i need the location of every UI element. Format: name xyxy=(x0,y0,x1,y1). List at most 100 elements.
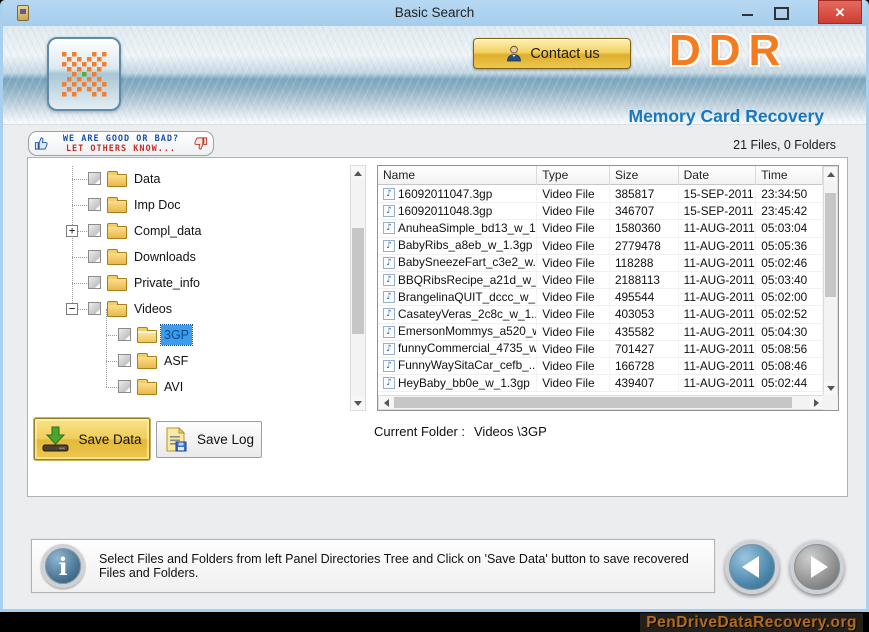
table-row[interactable]: ♪HeyBaby_bb0e_w_1.3gpVideo File43940711-… xyxy=(378,375,823,392)
file-name-text: CasateyVeras_2c8c_w_1.... xyxy=(398,306,537,322)
tree-scrollbar-thumb[interactable] xyxy=(352,228,364,334)
table-row[interactable]: ♪BabySneezeFart_c3e2_w...Video File11828… xyxy=(378,255,823,272)
tree-checkbox[interactable] xyxy=(88,198,101,211)
tree-item-private-info[interactable]: Private_info xyxy=(34,270,350,296)
tree-item-compl-data[interactable]: +Compl_data xyxy=(34,218,350,244)
table-row[interactable]: ♪16092011047.3gpVideo File38581715-SEP-2… xyxy=(378,186,823,203)
table-vertical-scrollbar[interactable] xyxy=(823,166,838,396)
file-time-cell: 05:03:04 xyxy=(756,220,823,236)
file-size-cell: 346707 xyxy=(610,203,679,219)
tree-item-asf[interactable]: ASF xyxy=(34,348,350,374)
scroll-up-icon[interactable] xyxy=(351,166,365,180)
tree-vertical-scrollbar[interactable] xyxy=(350,165,366,411)
column-header-name[interactable]: Name xyxy=(378,166,537,185)
maximize-button[interactable] xyxy=(767,0,793,24)
tree-item-avi[interactable]: AVI xyxy=(34,374,350,400)
file-time-cell: 05:02:46 xyxy=(756,255,823,271)
scroll-right-icon[interactable] xyxy=(809,396,823,409)
scroll-down-icon[interactable] xyxy=(824,381,837,395)
table-row[interactable]: ♪BrangelinaQUIT_dccc_w_...Video File4955… xyxy=(378,289,823,306)
scroll-up-icon[interactable] xyxy=(824,167,837,181)
tree-checkbox[interactable] xyxy=(118,328,131,341)
file-date-cell: 11-AUG-2011 xyxy=(679,272,757,288)
thumbs-up-icon xyxy=(34,136,49,151)
close-button[interactable]: ✕ xyxy=(818,0,862,24)
tree-checkbox[interactable] xyxy=(88,224,101,237)
video-file-icon: ♪ xyxy=(383,257,395,269)
feedback-text: WE ARE GOOD OR BAD? LET OTHERS KNOW... xyxy=(52,134,190,154)
column-header-size[interactable]: Size xyxy=(610,166,679,185)
table-hscrollbar-thumb[interactable] xyxy=(394,397,792,408)
tree-item-videos[interactable]: −Videos xyxy=(34,296,350,322)
file-name-text: BrangelinaQUIT_dccc_w_... xyxy=(398,289,537,305)
save-log-button[interactable]: Save Log xyxy=(156,421,262,458)
file-name-cell: ♪HeyBaby_bb0e_w_1.3gp xyxy=(378,375,537,391)
back-button[interactable] xyxy=(725,540,779,594)
tree-item-data[interactable]: Data xyxy=(34,166,350,192)
file-time-cell: 05:02:44 xyxy=(756,375,823,391)
forward-button[interactable] xyxy=(790,540,844,594)
watermark: PenDriveDataRecovery.org xyxy=(640,613,863,632)
table-row[interactable]: ♪16092011048.3gpVideo File34670715-SEP-2… xyxy=(378,203,823,220)
feedback-line1: WE ARE GOOD OR BAD? xyxy=(52,134,190,144)
contact-us-label: Contact us xyxy=(530,46,599,62)
tree-checkbox[interactable] xyxy=(118,380,131,393)
contact-us-button[interactable]: Contact us xyxy=(473,38,631,69)
save-data-label: Save Data xyxy=(78,432,141,447)
file-time-cell: 05:04:30 xyxy=(756,324,823,340)
info-bar: i Select Files and Folders from left Pan… xyxy=(31,539,715,593)
file-size-cell: 435582 xyxy=(610,324,679,340)
ddr-logo-icon xyxy=(58,48,111,101)
file-type-cell: Video File xyxy=(537,272,610,288)
file-size-cell: 439407 xyxy=(610,375,679,391)
file-type-cell: Video File xyxy=(537,220,610,236)
bottom-strip: PenDriveDataRecovery.org xyxy=(0,612,869,632)
tree-checkbox[interactable] xyxy=(88,172,101,185)
tree-item-downloads[interactable]: Downloads xyxy=(34,244,350,270)
file-date-cell: 11-AUG-2011 xyxy=(679,324,757,340)
forward-arrow-icon xyxy=(811,556,828,578)
tree-item-label: Imp Doc xyxy=(131,192,184,218)
column-header-type[interactable]: Type xyxy=(537,166,610,185)
collapse-icon[interactable]: − xyxy=(66,303,78,315)
table-row[interactable]: ♪FunnyWaySitaCar_cefb_...Video File16672… xyxy=(378,358,823,375)
minimize-button[interactable] xyxy=(735,0,761,24)
table-row[interactable]: ♪BBQRibsRecipe_a21d_w_...Video File21881… xyxy=(378,272,823,289)
tree-checkbox[interactable] xyxy=(88,250,101,263)
tree-item-imp-doc[interactable]: Imp Doc xyxy=(34,192,350,218)
tree-item-label: AVI xyxy=(161,374,186,400)
file-size-cell: 495544 xyxy=(610,289,679,305)
table-row[interactable]: ♪funnyCommercial_4735_w...Video File7014… xyxy=(378,341,823,358)
scroll-left-icon[interactable] xyxy=(379,396,393,409)
file-name-cell: ♪BrangelinaQUIT_dccc_w_... xyxy=(378,289,537,305)
expand-icon[interactable]: + xyxy=(66,225,78,237)
table-row[interactable]: ♪AnuheaSimple_bd13_w_1...Video File15803… xyxy=(378,220,823,237)
file-time-cell: 23:45:42 xyxy=(756,203,823,219)
tree-checkbox[interactable] xyxy=(118,354,131,367)
feedback-button[interactable]: WE ARE GOOD OR BAD? LET OTHERS KNOW... xyxy=(28,131,214,156)
save-data-button[interactable]: Save Data xyxy=(34,418,150,460)
tree-checkbox[interactable] xyxy=(88,302,101,315)
file-size-cell: 701427 xyxy=(610,341,679,357)
file-name-cell: ♪16092011047.3gp xyxy=(378,186,537,202)
tree-item-label: Data xyxy=(131,166,163,192)
folder-icon xyxy=(137,382,157,395)
table-row[interactable]: ♪EmersonMommys_a520_w...Video File435582… xyxy=(378,324,823,341)
table-vscrollbar-thumb[interactable] xyxy=(825,193,836,297)
tree-checkbox[interactable] xyxy=(88,276,101,289)
table-row[interactable]: ♪CasateyVeras_2c8c_w_1....Video File4030… xyxy=(378,306,823,323)
file-table-body: ♪16092011047.3gpVideo File38581715-SEP-2… xyxy=(378,186,823,395)
app-logo-button[interactable] xyxy=(47,37,121,111)
folder-icon xyxy=(137,330,157,343)
table-row[interactable]: ♪BabyRibs_a8eb_w_1.3gpVideo File27794781… xyxy=(378,238,823,255)
column-header-time[interactable]: Time xyxy=(756,166,823,185)
file-date-cell: 15-SEP-2011 xyxy=(679,203,757,219)
person-icon xyxy=(504,44,524,64)
info-message: Select Files and Folders from left Panel… xyxy=(99,552,714,580)
file-name-text: BBQRibsRecipe_a21d_w_... xyxy=(398,272,537,288)
scroll-down-icon[interactable] xyxy=(351,396,365,410)
file-size-cell: 2188113 xyxy=(610,272,679,288)
tree-item-3gp[interactable]: 3GP xyxy=(34,322,350,348)
table-horizontal-scrollbar[interactable] xyxy=(378,395,824,410)
column-header-date[interactable]: Date xyxy=(679,166,757,185)
